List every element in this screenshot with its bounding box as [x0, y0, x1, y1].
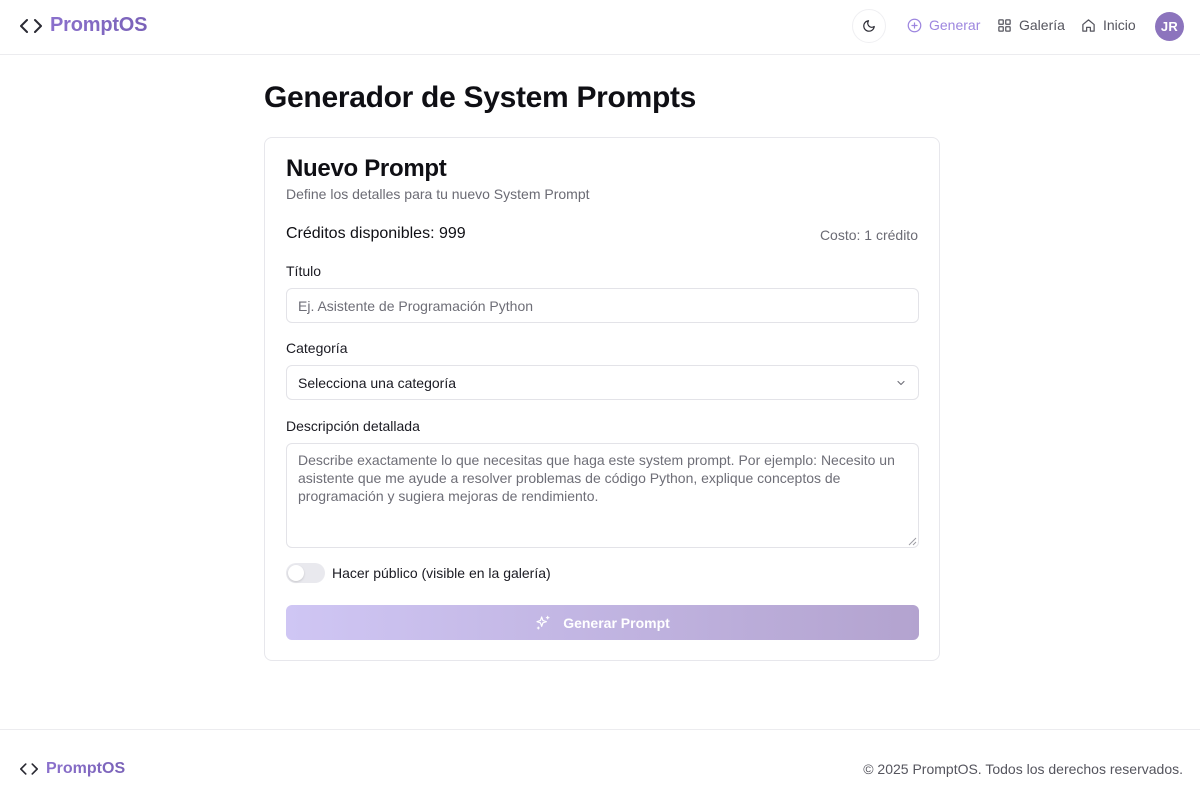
description-textarea[interactable] — [286, 443, 919, 548]
footer-brand-name: PromptOS — [46, 760, 126, 777]
public-toggle-label[interactable]: Hacer público (visible en la galería) — [332, 565, 551, 581]
page-title: Generador de System Prompts — [264, 81, 697, 114]
card-subtitle: Define los detalles para tu nuevo System… — [286, 186, 590, 202]
resize-handle-icon[interactable] — [908, 537, 917, 546]
credits-available: Créditos disponibles: 999 — [286, 225, 466, 242]
category-field-label: Categoría — [286, 340, 348, 356]
top-navbar: PromptOS Generar Galería Inicio JR — [0, 0, 1200, 55]
moon-icon — [863, 20, 875, 32]
code-brackets-icon — [20, 763, 38, 775]
generate-button-label: Generar Prompt — [563, 614, 670, 631]
public-toggle-switch[interactable] — [286, 563, 325, 583]
category-select[interactable]: Selecciona una categoría — [286, 365, 919, 400]
chevron-down-icon — [897, 380, 905, 385]
grid-icon — [998, 18, 1011, 32]
plus-circle-icon — [907, 18, 922, 32]
description-field-label: Descripción detallada — [286, 418, 420, 434]
home-icon — [1082, 18, 1095, 32]
nav-item-generar[interactable]: Generar — [907, 17, 980, 33]
new-prompt-card: Nuevo Prompt Define los detalles para tu… — [264, 137, 940, 661]
footer: PromptOS © 2025 PromptOS. Todos los dere… — [0, 729, 1200, 803]
toggle-knob — [288, 565, 304, 581]
title-input[interactable] — [286, 288, 919, 323]
code-brackets-icon — [20, 18, 42, 33]
copyright-text: © 2025 PromptOS. Todos los derechos rese… — [863, 761, 1183, 777]
brand-name: PromptOS — [50, 14, 148, 36]
nav-item-inicio[interactable]: Inicio — [1081, 17, 1136, 33]
nav-item-label: Generar — [929, 17, 981, 33]
card-title: Nuevo Prompt — [286, 155, 447, 182]
brand-logo-link[interactable]: PromptOS — [20, 14, 147, 37]
theme-toggle-button[interactable] — [852, 9, 886, 43]
footer-brand-link[interactable]: PromptOS — [20, 760, 125, 778]
cost-label: Costo: 1 crédito — [819, 227, 918, 243]
user-avatar[interactable]: JR — [1155, 12, 1184, 41]
generate-prompt-button[interactable]: Generar Prompt — [286, 605, 919, 640]
category-selected-value: Selecciona una categoría — [298, 374, 456, 391]
nav-item-galeria[interactable]: Galería — [997, 17, 1065, 33]
sparkles-icon — [536, 615, 550, 630]
nav-item-label: Galería — [1019, 17, 1065, 33]
nav-item-label: Inicio — [1103, 17, 1136, 33]
title-field-label: Título — [286, 263, 322, 279]
